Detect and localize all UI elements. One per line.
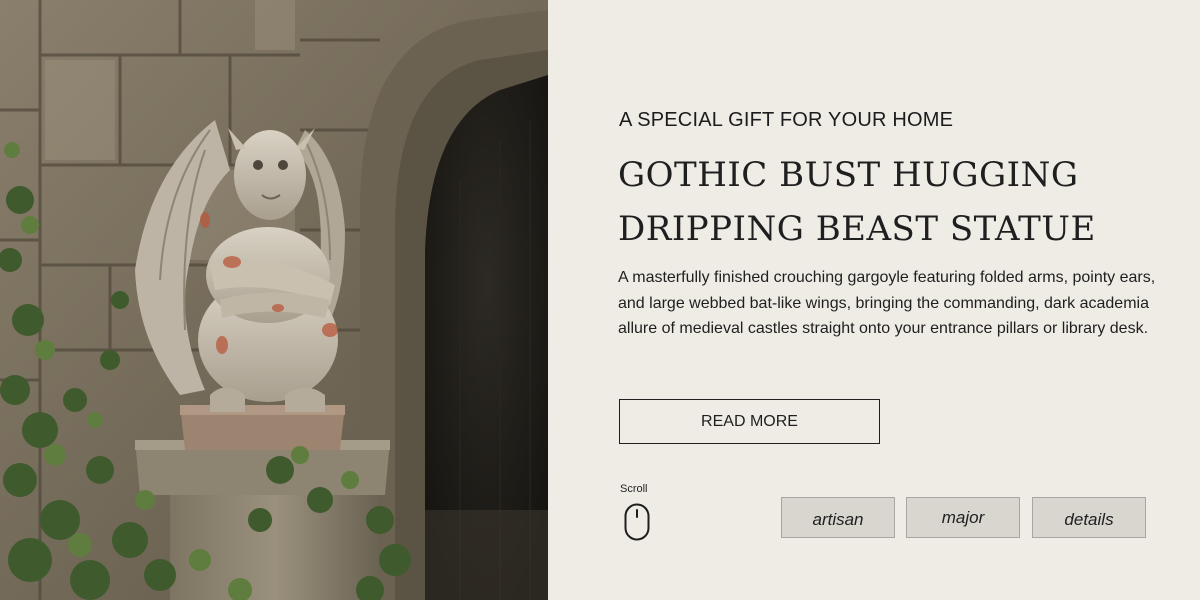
tag-artisan[interactable]: artisan (781, 497, 895, 538)
tag-details[interactable]: details (1032, 497, 1146, 538)
scroll-label: Scroll (620, 483, 648, 495)
eyebrow-text: A SPECIAL GIFT FOR YOUR HOME (619, 109, 954, 131)
hero-image (0, 0, 548, 600)
tag-major[interactable]: major (906, 497, 1020, 538)
mouse-icon[interactable] (624, 503, 650, 541)
product-title-line-1: GOTHIC BUST HUGGING (618, 155, 1079, 195)
product-title-line-2: DRIPPING BEAST STATUE (618, 209, 1096, 249)
product-title: GOTHIC BUST HUGGING DRIPPING BEAST STATU… (618, 148, 1178, 256)
read-more-button[interactable]: READ MORE (619, 399, 880, 444)
promo-panel: A SPECIAL GIFT FOR YOUR HOME GOTHIC BUST… (548, 0, 1200, 600)
product-description: A masterfully finished crouching gargoyl… (618, 269, 1156, 337)
